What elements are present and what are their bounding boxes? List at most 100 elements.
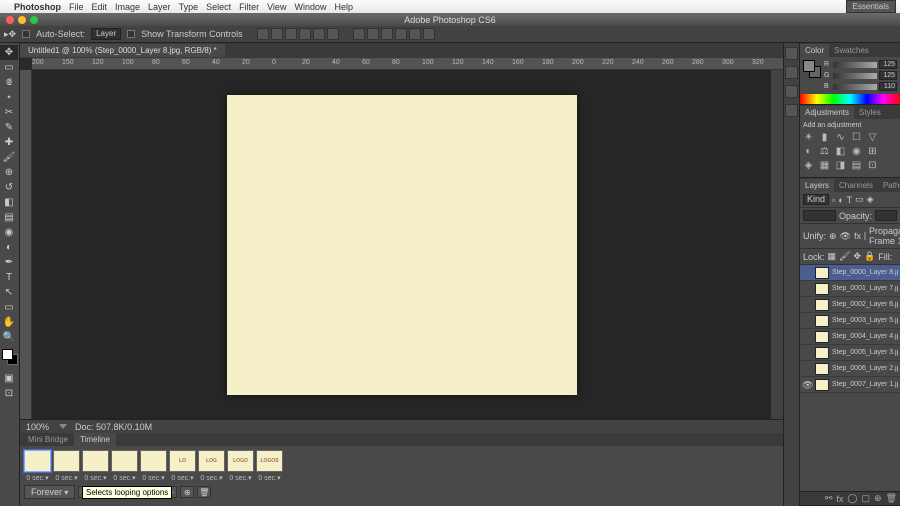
- animation-frame[interactable]: 0 sec.▾: [53, 450, 80, 482]
- eraser-tool[interactable]: ◧: [0, 195, 18, 210]
- align-btn[interactable]: [313, 28, 325, 40]
- loop-dropdown[interactable]: Forever ▾: [24, 485, 75, 499]
- layer-row[interactable]: Step_0005_Layer 3.jpg: [800, 345, 900, 361]
- invert-icon[interactable]: ◈: [803, 160, 814, 171]
- animation-frame[interactable]: 0 sec.▾: [111, 450, 138, 482]
- opacity-input[interactable]: [875, 210, 897, 221]
- menu-select[interactable]: Select: [206, 2, 231, 12]
- distribute-btn[interactable]: [353, 28, 365, 40]
- close-window[interactable]: [6, 16, 14, 24]
- g-slider[interactable]: [833, 73, 877, 79]
- frame-delay[interactable]: 0 sec.▾: [142, 474, 164, 482]
- move-tool[interactable]: ✥: [0, 45, 18, 60]
- animation-frame[interactable]: 0 sec.▾: [140, 450, 167, 482]
- zoom-level[interactable]: 100%: [26, 422, 49, 432]
- photo-filter-icon[interactable]: ◉: [851, 146, 862, 157]
- type-tool[interactable]: T: [0, 270, 18, 285]
- align-btn[interactable]: [327, 28, 339, 40]
- menu-edit[interactable]: Edit: [92, 2, 108, 12]
- eyedropper-tool[interactable]: ✎: [0, 120, 18, 135]
- filter-adj-icon[interactable]: ◐: [838, 195, 843, 205]
- r-slider[interactable]: [833, 62, 877, 68]
- distribute-btn[interactable]: [395, 28, 407, 40]
- new-frame-btn[interactable]: ⊕: [180, 486, 194, 498]
- canvas-area[interactable]: [32, 70, 771, 419]
- lock-all-icon[interactable]: 🔒: [864, 251, 875, 262]
- frame-delay[interactable]: 0 sec.▾: [200, 474, 222, 482]
- brightness-icon[interactable]: ☀: [803, 132, 814, 143]
- menu-file[interactable]: File: [69, 2, 84, 12]
- healing-tool[interactable]: ✚: [0, 135, 18, 150]
- visibility-toggle[interactable]: [802, 300, 812, 310]
- frame-delay[interactable]: 0 sec.▾: [26, 474, 48, 482]
- threshold-icon[interactable]: ◨: [835, 160, 846, 171]
- ruler-vertical[interactable]: [20, 70, 32, 419]
- auto-select-dropdown[interactable]: Layer: [91, 28, 121, 40]
- layer-name[interactable]: Step_0003_Layer 5.jpg: [832, 317, 898, 324]
- tab-color[interactable]: Color: [800, 44, 829, 57]
- tab-channels[interactable]: Channels: [834, 179, 878, 192]
- frame-delay[interactable]: 0 sec.▾: [55, 474, 77, 482]
- distribute-btn[interactable]: [409, 28, 421, 40]
- collapsed-panel-icon[interactable]: [785, 66, 798, 79]
- collapsed-panel-icon[interactable]: [785, 104, 798, 117]
- minimize-window[interactable]: [18, 16, 26, 24]
- tab-paths[interactable]: Paths: [878, 179, 900, 192]
- layer-fx-icon[interactable]: fx: [836, 494, 843, 504]
- visibility-toggle[interactable]: 👁: [802, 380, 812, 390]
- b-value[interactable]: 110: [879, 82, 897, 91]
- posterize-icon[interactable]: ▦: [819, 160, 830, 171]
- align-btn[interactable]: [271, 28, 283, 40]
- vibrance-icon[interactable]: ▽: [867, 132, 878, 143]
- tab-timeline[interactable]: Timeline: [74, 433, 116, 446]
- layer-row[interactable]: Step_0001_Layer 7.jpg: [800, 281, 900, 297]
- align-btn[interactable]: [285, 28, 297, 40]
- tab-swatches[interactable]: Swatches: [829, 44, 874, 57]
- animation-frame[interactable]: LOGO0 sec.▾: [227, 450, 254, 482]
- exposure-icon[interactable]: ☐: [851, 132, 862, 143]
- menu-filter[interactable]: Filter: [239, 2, 259, 12]
- layer-name[interactable]: Step_0000_Layer 8.jpg: [832, 269, 898, 276]
- blend-mode-dropdown[interactable]: [803, 210, 836, 221]
- unify-visibility-icon[interactable]: 👁: [840, 231, 851, 242]
- wand-tool[interactable]: ⋆: [0, 90, 18, 105]
- visibility-toggle[interactable]: [802, 284, 812, 294]
- r-value[interactable]: 125: [879, 60, 897, 69]
- layer-thumbnail[interactable]: [815, 379, 829, 391]
- color-swatches[interactable]: [0, 349, 19, 371]
- gradient-tool[interactable]: ▤: [0, 210, 18, 225]
- distribute-btn[interactable]: [423, 28, 435, 40]
- animation-frame[interactable]: LOG0 sec.▾: [198, 450, 225, 482]
- b-slider[interactable]: [833, 84, 877, 90]
- layer-thumbnail[interactable]: [815, 267, 829, 279]
- color-spectrum[interactable]: [800, 94, 900, 104]
- delete-frame-btn[interactable]: 🗑: [197, 486, 211, 498]
- filter-smart-icon[interactable]: ◈: [867, 194, 874, 205]
- layer-name[interactable]: Step_0004_Layer 4.jpg: [832, 333, 898, 340]
- visibility-toggle[interactable]: [802, 316, 812, 326]
- bw-icon[interactable]: ◧: [835, 146, 846, 157]
- layer-thumbnail[interactable]: [815, 363, 829, 375]
- layer-row[interactable]: 👁Step_0007_Layer 1.jpg: [800, 377, 900, 393]
- propagate-checkbox[interactable]: [864, 232, 866, 240]
- layer-name[interactable]: Step_0001_Layer 7.jpg: [832, 285, 898, 292]
- marquee-tool[interactable]: ▭: [0, 60, 18, 75]
- show-transform-checkbox[interactable]: [127, 30, 135, 38]
- auto-select-checkbox[interactable]: [22, 30, 30, 38]
- frame-delay[interactable]: 0 sec.▾: [229, 474, 251, 482]
- layer-name[interactable]: Step_0006_Layer 2.jpg: [832, 365, 898, 372]
- align-btn[interactable]: [257, 28, 269, 40]
- menu-window[interactable]: Window: [294, 2, 326, 12]
- crop-tool[interactable]: ✂: [0, 105, 18, 120]
- pen-tool[interactable]: ✒: [0, 255, 18, 270]
- workspace-switcher[interactable]: Essentials: [846, 0, 896, 13]
- tab-adjustments[interactable]: Adjustments: [800, 106, 854, 119]
- animation-frame[interactable]: LOGOS0 sec.▾: [256, 450, 283, 482]
- filter-shape-icon[interactable]: ▭: [855, 194, 864, 205]
- filter-type-icon[interactable]: T: [847, 195, 853, 205]
- status-menu-icon[interactable]: [59, 424, 67, 429]
- new-group-icon[interactable]: ▢: [862, 493, 871, 504]
- layer-thumbnail[interactable]: [815, 315, 829, 327]
- stamp-tool[interactable]: ⊕: [0, 165, 18, 180]
- hand-tool[interactable]: ✋: [0, 315, 18, 330]
